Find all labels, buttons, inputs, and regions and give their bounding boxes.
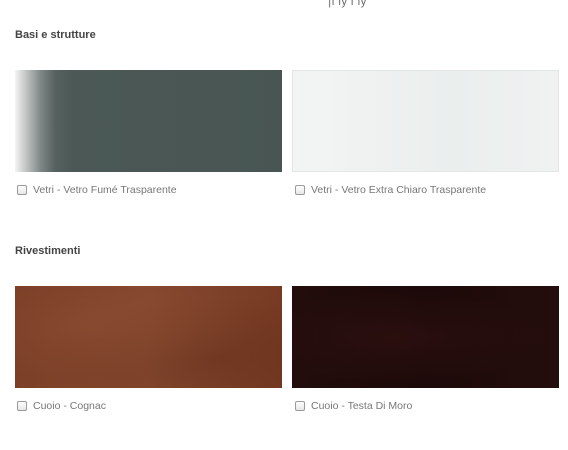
checkbox-vetro-fume[interactable] [17,185,27,195]
label-vetro-extra-chiaro: Vetri - Vetro Extra Chiaro Trasparente [311,184,487,196]
swatch-cuoio-testa-di-moro[interactable] [292,286,559,388]
checkbox-cuoio-cognac[interactable] [17,401,27,411]
option-vetro-extra-chiaro[interactable]: Vetri - Vetro Extra Chiaro Trasparente [295,184,486,196]
swatch-vetro-fume[interactable] [15,70,282,172]
label-cuoio-cognac: Cuoio - Cognac [33,400,106,412]
label-cuoio-testa-di-moro: Cuoio - Testa Di Moro [311,400,413,412]
swatch-vetro-extra-chiaro[interactable] [292,70,559,172]
option-vetro-fume[interactable]: Vetri - Vetro Fumé Trasparente [17,184,177,196]
option-cuoio-cognac[interactable]: Cuoio - Cognac [17,400,106,412]
page: ٰ|ıٰ ıy ıٰ ıy Basi e strutture Vetri - V… [0,0,568,450]
checkbox-vetro-extra-chiaro[interactable] [295,185,305,195]
option-cuoio-testa-di-moro[interactable]: Cuoio - Testa Di Moro [295,400,412,412]
section-title-rivestimenti: Rivestimenti [15,245,81,257]
cut-off-text: ٰ|ıٰ ıy ıٰ ıy [328,0,367,8]
section-title-basi-e-strutture: Basi e strutture [15,29,96,41]
label-vetro-fume: Vetri - Vetro Fumé Trasparente [33,184,177,196]
checkbox-cuoio-testa-di-moro[interactable] [295,401,305,411]
swatch-cuoio-cognac[interactable] [15,286,282,388]
